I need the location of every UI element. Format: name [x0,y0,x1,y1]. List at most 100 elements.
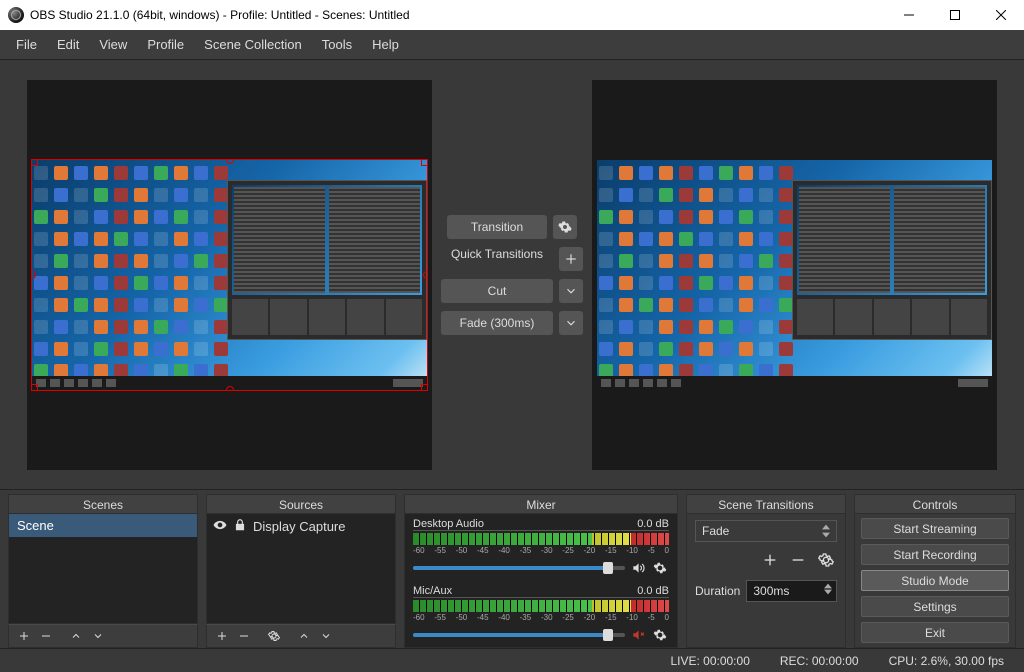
transition-settings-button[interactable] [553,215,577,239]
program-output [597,160,992,390]
scene-add-button[interactable] [13,626,35,646]
source-remove-button[interactable] [233,626,255,646]
window-minimize-button[interactable] [886,0,932,30]
mixer-body: Desktop Audio0.0 dB-60-55-50-45-40-35-30… [404,514,678,648]
transition-props-button[interactable] [815,550,837,570]
scene-transitions-header: Scene Transitions [686,494,846,514]
desktop-icons-program [599,166,795,382]
preview-area: Transition Quick Transitions Cut Fade (3… [0,60,1024,490]
mixer-channel: Desktop Audio0.0 dB-60-55-50-45-40-35-30… [405,514,677,581]
scene-remove-button[interactable] [35,626,57,646]
preview-edit[interactable] [27,80,432,470]
source-down-button[interactable] [315,626,337,646]
source-settings-button[interactable] [263,626,285,646]
duration-spin[interactable] [822,583,834,599]
add-quick-transition-button[interactable] [559,247,583,271]
vu-meter [413,533,669,545]
transition-column: Transition Quick Transitions Cut Fade (3… [432,215,592,335]
mute-button[interactable] [629,559,647,577]
controls-header: Controls [854,494,1016,514]
quick-transitions-label: Quick Transitions [441,247,553,271]
transition-remove-button[interactable] [787,550,809,570]
source-up-button[interactable] [293,626,315,646]
duration-input[interactable]: 300ms [746,580,837,602]
controls-panel: Controls Start StreamingStart RecordingS… [854,494,1016,648]
menu-scene-collection[interactable]: Scene Collection [194,31,312,58]
quick-transition-cut[interactable]: Cut [441,279,553,303]
captured-taskbar-program [597,376,992,390]
volume-slider[interactable] [413,566,625,570]
scene-down-button[interactable] [87,626,109,646]
visibility-icon[interactable] [213,518,227,535]
channel-db: 0.0 dB [637,518,669,530]
desktop-icons [34,166,230,382]
sources-panel: Sources Display Capture [206,494,396,648]
menu-edit[interactable]: Edit [47,31,89,58]
statusbar: LIVE: 00:00:00 REC: 00:00:00 CPU: 2.6%, … [0,648,1024,672]
menu-profile[interactable]: Profile [137,31,194,58]
transition-add-button[interactable] [759,550,781,570]
transition-button[interactable]: Transition [447,215,547,239]
scenes-list[interactable]: Scene [8,514,198,624]
duration-value: 300ms [753,584,789,598]
control-button-exit[interactable]: Exit [861,622,1009,643]
lock-icon[interactable] [233,518,247,535]
control-button-start-streaming[interactable]: Start Streaming [861,518,1009,539]
control-button-start-recording[interactable]: Start Recording [861,544,1009,565]
menu-tools[interactable]: Tools [312,31,362,58]
scenes-panel: Scenes Scene [8,494,198,648]
status-rec: REC: 00:00:00 [780,654,859,668]
resize-handle-br[interactable] [421,384,427,390]
resize-handle-mr[interactable] [423,271,427,279]
control-button-studio-mode[interactable]: Studio Mode [861,570,1009,591]
nested-window [227,180,427,340]
window-close-button[interactable] [978,0,1024,30]
status-cpu: CPU: 2.6%, 30.00 fps [889,654,1004,668]
resize-handle-tr[interactable] [421,160,427,166]
resize-handle-bl[interactable] [32,384,38,390]
scenes-panel-header: Scenes [8,494,198,514]
quick-transition-cut-menu[interactable] [559,279,583,303]
control-button-settings[interactable]: Settings [861,596,1009,617]
quick-transition-fade-menu[interactable] [559,311,583,335]
resize-handle-tl[interactable] [32,160,38,166]
mixer-panel: Mixer Desktop Audio0.0 dB-60-55-50-45-40… [404,494,678,648]
volume-slider[interactable] [413,633,625,637]
status-live: LIVE: 00:00:00 [670,654,749,668]
menu-view[interactable]: View [89,31,137,58]
sources-toolbar [206,624,396,648]
vu-scale: -60-55-50-45-40-35-30-25-20-15-10-50 [413,613,669,622]
sources-list[interactable]: Display Capture [206,514,396,624]
window-maximize-button[interactable] [932,0,978,30]
transition-spin[interactable] [820,523,832,539]
duration-label: Duration [695,584,740,598]
controls-body: Start Streaming Start Recording Studio Mod… [854,514,1016,648]
resize-handle-bm[interactable] [226,386,234,390]
source-add-button[interactable] [211,626,233,646]
source-bounding-box[interactable] [32,160,427,390]
scene-item[interactable]: Scene [9,514,197,537]
window-title: OBS Studio 21.1.0 (64bit, windows) - Pro… [30,8,886,22]
resize-handle-tm[interactable] [226,160,234,164]
channel-settings-button[interactable] [651,626,669,644]
transition-select[interactable]: Fade [695,520,837,542]
window-titlebar: OBS Studio 21.1.0 (64bit, windows) - Pro… [0,0,1024,30]
menu-file[interactable]: File [6,31,47,58]
scene-up-button[interactable] [65,626,87,646]
scene-transitions-body: Fade Duration 300ms [686,514,846,648]
mute-button[interactable] [629,626,647,644]
quick-transition-fade[interactable]: Fade (300ms) [441,311,553,335]
transition-select-value: Fade [702,524,729,538]
vu-scale: -60-55-50-45-40-35-30-25-20-15-10-50 [413,546,669,555]
channel-db: 0.0 dB [637,585,669,597]
channel-settings-button[interactable] [651,559,669,577]
obs-logo-icon [8,7,24,23]
source-item[interactable]: Display Capture [207,514,395,539]
source-item-label: Display Capture [253,519,346,534]
bottom-panels: Scenes Scene Sources Display Capture [0,490,1024,648]
menubar: File Edit View Profile Scene Collection … [0,30,1024,60]
preview-program[interactable] [592,80,997,470]
menu-help[interactable]: Help [362,31,409,58]
scenes-toolbar [8,624,198,648]
mixer-panel-header: Mixer [404,494,678,514]
